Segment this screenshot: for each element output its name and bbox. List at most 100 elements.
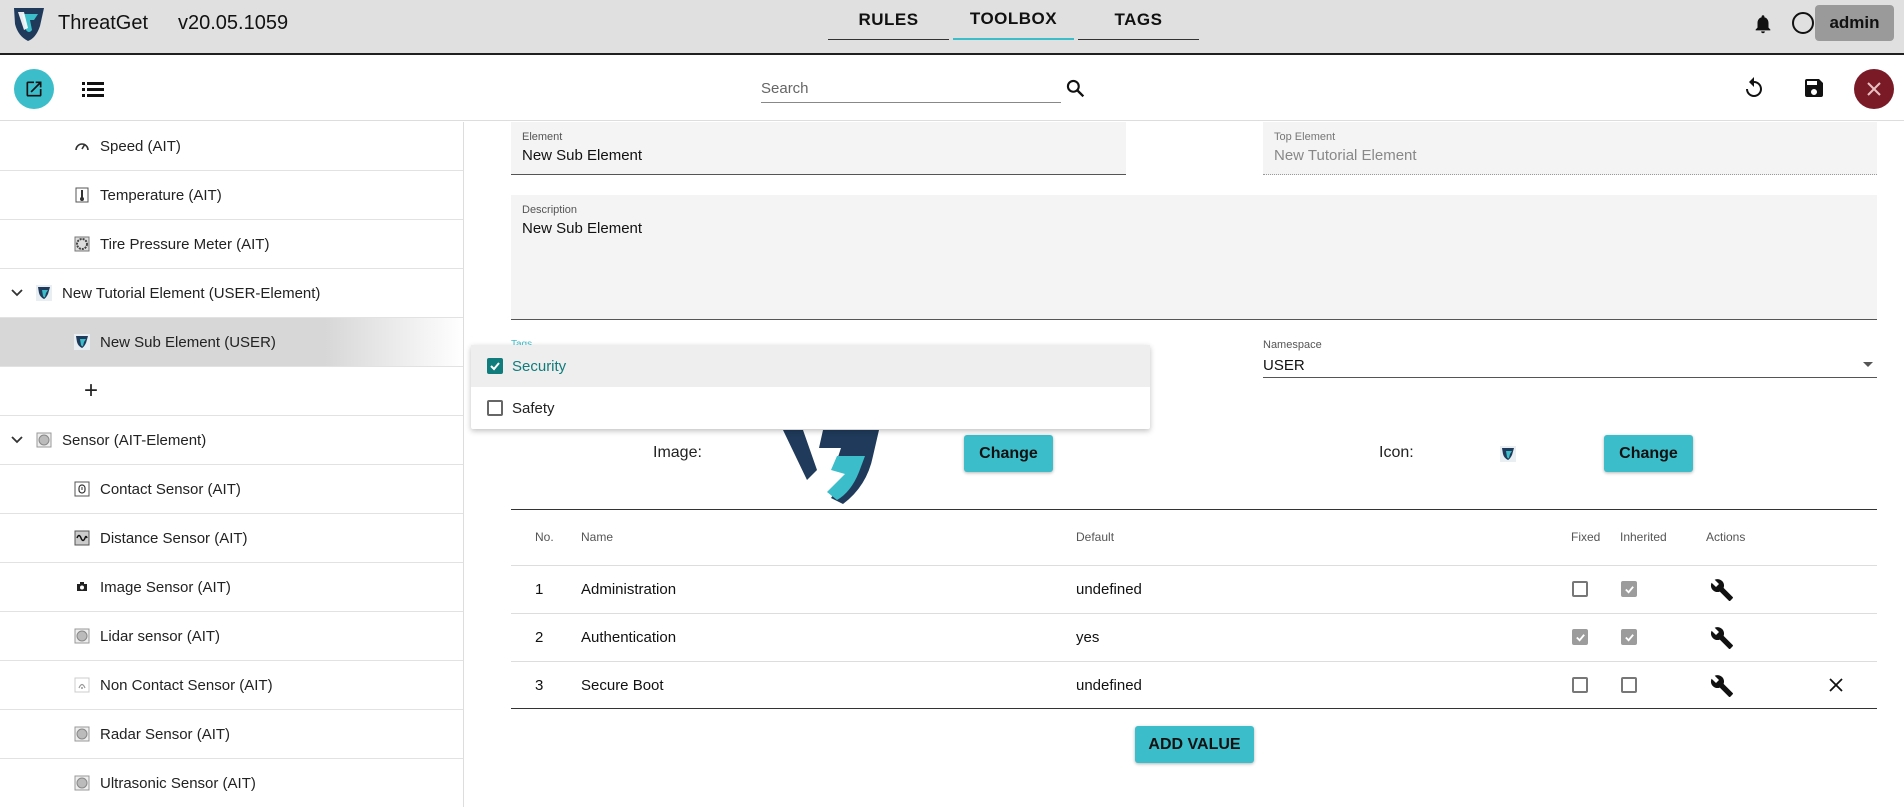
tree-item-label: Image Sensor (AIT) [100,578,231,596]
distance-sensor-icon [74,530,90,546]
tree-group-new-tutorial-element[interactable]: New Tutorial Element (USER-Element) [0,269,463,318]
chevron-down-icon[interactable] [10,433,24,447]
app-name: ThreatGet [58,12,149,34]
cell-default: yes [1076,629,1100,646]
tree-item-label: Ultrasonic Sensor (AIT) [100,774,256,792]
cell-no: 2 [535,629,544,646]
tag-option-label: Security [512,357,567,375]
tree-item-selected[interactable]: New Sub Element (USER) [0,318,463,367]
search-input[interactable] [761,71,1061,102]
tree-item-label: Tire Pressure Meter (AIT) [100,235,270,253]
inherited-checkbox[interactable] [1621,677,1637,693]
tree-item[interactable]: Contact Sensor (AIT) [0,465,463,514]
column-header-no: No. [535,530,554,544]
cell-no: 3 [535,677,544,694]
cell-default: undefined [1076,677,1142,694]
bell-icon[interactable] [1752,13,1774,35]
tree-item-label: Non Contact Sensor (AIT) [100,676,273,694]
tree-item-label: Sensor (AIT-Element) [62,431,207,449]
checkbox-checked-icon[interactable] [487,358,503,374]
tree-item-label: Lidar sensor (AIT) [100,627,221,645]
change-image-button[interactable]: Change [964,435,1053,472]
icon-label: Icon: [1379,444,1414,461]
inherited-checkbox [1621,581,1637,597]
tree-item-label: Distance Sensor (AIT) [100,529,248,547]
thermometer-icon [75,187,89,203]
tree-item[interactable]: Image Sensor (AIT) [0,563,463,612]
table-row: 1 Administration undefined [511,565,1877,613]
element-label: Element [522,131,563,143]
tree-item[interactable]: Tire Pressure Meter (AIT) [0,220,463,269]
cell-default: undefined [1076,581,1142,598]
column-header-actions: Actions [1706,530,1746,544]
tree-group-sensor[interactable]: Sensor (AIT-Element) [0,416,463,465]
save-icon[interactable] [1802,76,1826,100]
delete-value-icon[interactable] [1828,677,1844,693]
tree-item[interactable]: Lidar sensor (AIT) [0,612,463,661]
element-tree: Speed (AIT) Temperature (AIT) Tire Press… [0,122,464,807]
open-in-new-button[interactable] [14,69,54,109]
values-table: No. Name Default Fixed Inherited Actions… [511,509,1877,709]
tab-tags[interactable]: TAGS [1078,0,1199,40]
tree-item-label: Speed (AIT) [100,137,181,155]
status-circle-icon[interactable] [1792,12,1814,34]
tag-option-safety[interactable]: Safety [471,387,1150,429]
tree-item-label: Contact Sensor (AIT) [100,480,241,498]
tab-rules[interactable]: RULES [828,0,949,40]
tree-item[interactable]: Ultrasonic Sensor (AIT) [0,759,463,807]
column-header-name: Name [581,530,614,544]
search-field [761,71,1061,103]
add-sub-element-button[interactable]: + [0,367,463,416]
plus-icon: + [84,377,99,404]
wrench-icon[interactable] [1710,578,1734,602]
sensor-icon [36,432,52,448]
inherited-checkbox [1621,629,1637,645]
cell-name: Secure Boot [581,677,664,694]
change-icon-button[interactable]: Change [1604,435,1693,472]
tree-item-label: Radar Sensor (AIT) [100,725,231,743]
list-icon[interactable] [82,79,104,99]
speedometer-icon [75,143,89,151]
fixed-checkbox[interactable] [1572,677,1588,693]
tag-option-security[interactable]: Security [471,345,1150,387]
tab-toolbox[interactable]: TOOLBOX [953,0,1074,40]
sensor-icon [74,726,90,742]
tree-item[interactable]: Speed (AIT) [0,122,463,171]
element-field[interactable]: Element New Sub Element [511,122,1126,175]
namespace-label: Namespace [1263,339,1322,351]
fixed-checkbox[interactable] [1572,581,1588,597]
tree-item[interactable]: Distance Sensor (AIT) [0,514,463,563]
fixed-checkbox[interactable] [1572,629,1588,645]
description-label: Description [522,204,578,216]
description-value: New Sub Element [522,220,643,237]
tree-item[interactable]: Non Contact Sensor (AIT) [0,661,463,710]
contact-sensor-icon [74,481,90,497]
cell-name: Authentication [581,629,677,646]
tire-icon [74,236,90,252]
app-version: v20.05.1059 [178,12,289,34]
chevron-down-icon[interactable] [10,286,24,300]
tree-item[interactable]: Temperature (AIT) [0,171,463,220]
user-menu-button[interactable]: admin [1815,5,1894,41]
camera-icon [77,582,87,591]
namespace-value: USER [1263,357,1305,374]
namespace-select[interactable]: Namespace USER [1263,334,1877,378]
open-in-new-icon [26,81,42,97]
cell-name: Administration [581,581,677,598]
threatget-logo-icon [36,285,52,301]
add-value-button[interactable]: ADD VALUE [1135,726,1254,763]
column-header-inherited: Inherited [1620,530,1667,544]
close-button[interactable] [1854,69,1894,109]
top-element-label: Top Element [1274,131,1336,143]
tree-item[interactable]: Radar Sensor (AIT) [0,710,463,759]
description-field[interactable]: Description New Sub Element [511,195,1877,320]
checkbox-unchecked-icon[interactable] [487,400,503,416]
image-label: Image: [653,444,702,461]
search-icon[interactable] [1065,78,1085,98]
threatget-logo-icon[interactable] [12,6,46,42]
undo-icon[interactable] [1742,76,1766,100]
column-header-default: Default [1076,530,1115,544]
table-row: 3 Secure Boot undefined [511,661,1877,709]
wrench-icon[interactable] [1710,674,1734,698]
wrench-icon[interactable] [1710,626,1734,650]
